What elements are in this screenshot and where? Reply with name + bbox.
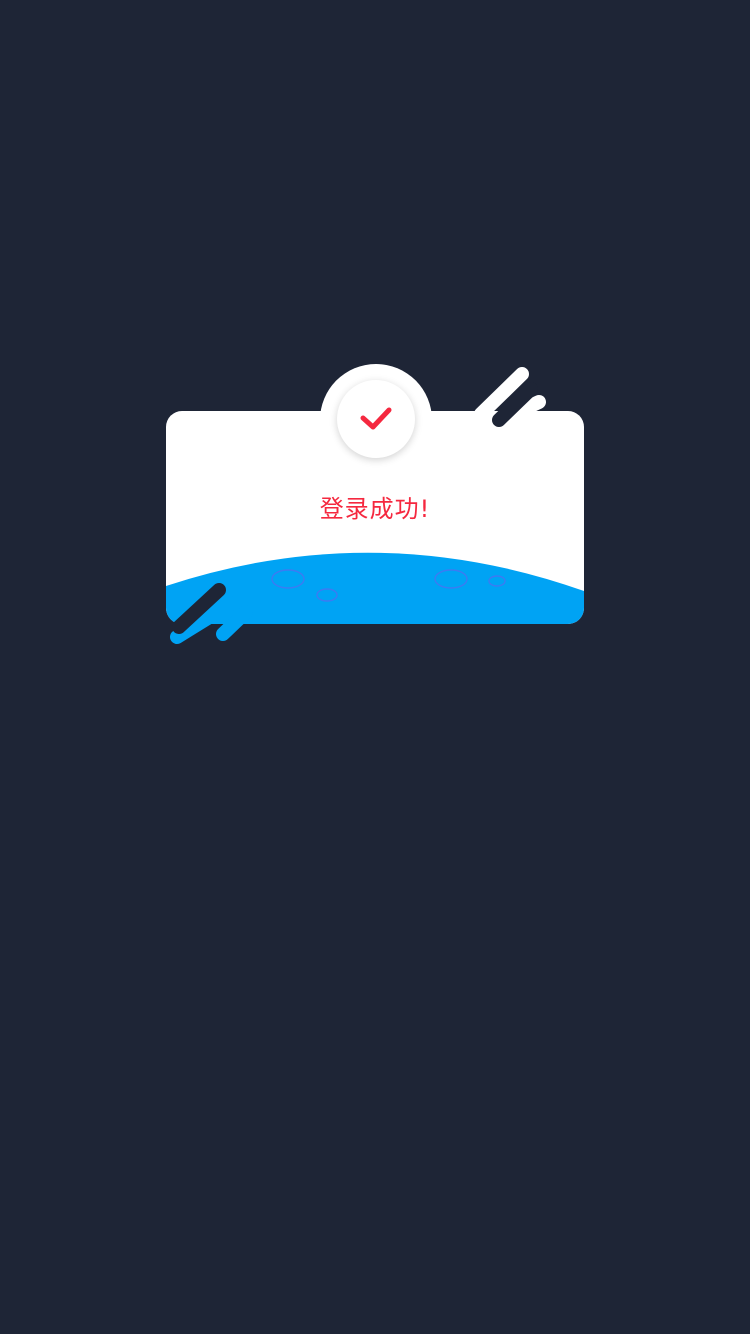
success-badge [320,364,432,476]
success-message: 登录成功! [319,495,431,523]
planet-surface [166,552,584,624]
decorative-streaks-overlay [170,382,538,644]
checkmark-icon [360,407,392,430]
decorative-streaks [474,367,546,426]
success-badge-inner [337,380,415,458]
login-success-dialog: 登录成功! [0,0,750,1334]
top-streak-white [474,367,529,421]
